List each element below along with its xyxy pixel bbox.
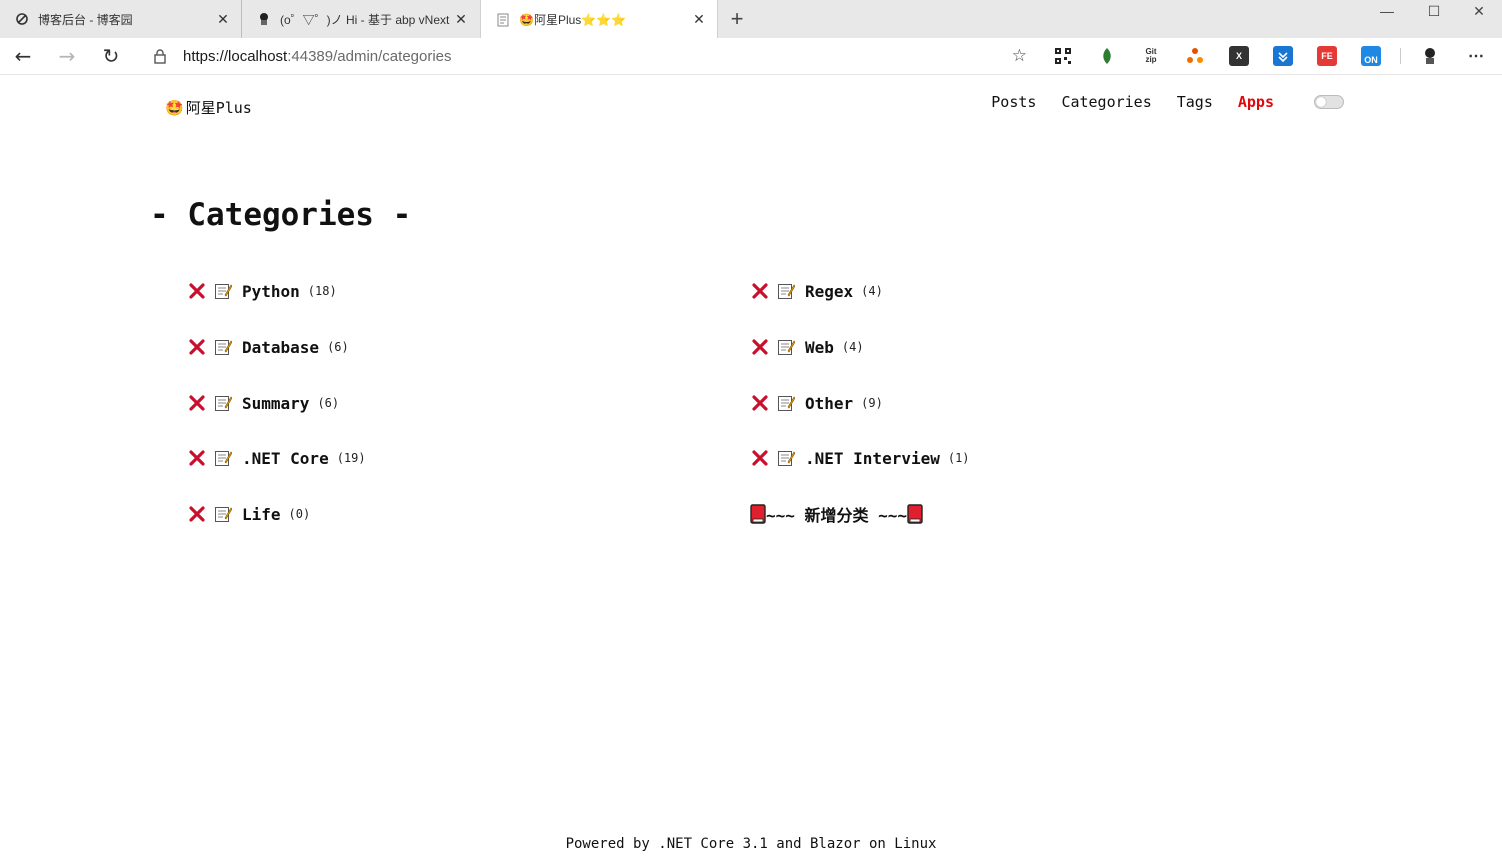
memo-edit-icon[interactable]: [213, 281, 233, 301]
category-name[interactable]: .NET Interview: [805, 449, 940, 468]
page-icon: [495, 12, 511, 28]
browser-address-bar: ← → ↻ https://localhost:44389/admin/cate…: [0, 38, 1502, 75]
memo-edit-icon[interactable]: [213, 504, 233, 524]
category-item: Web (4): [750, 330, 864, 364]
on-extension-icon[interactable]: ON: [1361, 46, 1381, 66]
category-name[interactable]: Database: [242, 338, 319, 357]
close-window-icon[interactable]: ✕: [1456, 0, 1502, 30]
network-extension-icon[interactable]: [1185, 46, 1205, 66]
profile-avatar-icon[interactable]: [1420, 46, 1440, 66]
category-item: Regex (4): [750, 274, 883, 308]
category-item: Life (0): [187, 497, 310, 531]
category-count: (6): [317, 396, 340, 410]
category-item: Python (18): [187, 274, 337, 308]
nav-categories[interactable]: Categories: [1061, 93, 1151, 111]
category-count: (4): [861, 284, 883, 298]
category-name[interactable]: Python: [242, 282, 300, 301]
category-item: .NET Interview (1): [750, 441, 970, 475]
close-tab-icon[interactable]: ✕: [691, 11, 707, 28]
star-struck-icon: 🤩: [165, 98, 184, 117]
memo-edit-icon[interactable]: [776, 337, 796, 357]
page-footer: Powered by .NET Core 3.1 and Blazor on L…: [565, 836, 937, 852]
brand-name: 阿星Plus: [185, 99, 252, 117]
url-field[interactable]: https://localhost:44389/admin/categories…: [143, 41, 1033, 71]
delete-x-icon[interactable]: [750, 337, 770, 357]
memo-edit-icon[interactable]: [213, 337, 233, 357]
tab-title: 博客后台 - 博客园: [38, 12, 133, 27]
category-item: Summary (6): [187, 386, 339, 420]
site-brand[interactable]: 🤩 阿星Plus: [165, 97, 252, 118]
category-count: (19): [336, 451, 366, 465]
delete-x-icon[interactable]: [187, 448, 207, 468]
nav-tags[interactable]: Tags: [1177, 93, 1213, 111]
add-category-label: ~~~ 新增分类 ~~~: [766, 506, 908, 525]
browser-tab-bar: 博客后台 - 博客园 ✕ (o゜▽゜)ノ Hi - 基于 abp vNext 和…: [0, 0, 1502, 39]
delete-x-icon[interactable]: [187, 393, 207, 413]
gitzip-extension-icon[interactable]: Git zip: [1141, 46, 1161, 66]
category-item: Database (6): [187, 330, 349, 364]
puzzle-leaf-extension-icon[interactable]: [1097, 46, 1117, 66]
download-extension-icon[interactable]: [1273, 46, 1293, 66]
close-tab-icon[interactable]: ✕: [453, 11, 469, 28]
x-extension-icon[interactable]: X: [1229, 46, 1249, 66]
toolbar-divider: [1400, 48, 1401, 64]
close-tab-icon[interactable]: ✕: [215, 11, 231, 28]
avatar-icon: [256, 11, 272, 27]
category-name[interactable]: .NET Core: [242, 449, 329, 468]
lock-icon: [153, 48, 169, 64]
add-category-button[interactable]: ~~~ 新增分类 ~~~: [750, 503, 923, 525]
memo-edit-icon[interactable]: [213, 448, 233, 468]
back-arrow-icon[interactable]: ←: [9, 42, 37, 70]
tab-axing-plus[interactable]: 🤩阿星Plus⭐⭐⭐ ✕: [480, 0, 718, 39]
delete-x-icon[interactable]: [750, 281, 770, 301]
category-name[interactable]: Life: [242, 505, 281, 524]
category-name[interactable]: Regex: [805, 282, 853, 301]
url-host: https://localhost: [183, 47, 288, 65]
memo-edit-icon[interactable]: [776, 281, 796, 301]
url-path: :44389/admin/categories: [287, 47, 452, 65]
tab-title: 🤩阿星Plus⭐⭐⭐: [519, 13, 627, 27]
new-tab-button[interactable]: +: [724, 6, 750, 32]
toggle-knob: [1316, 97, 1326, 107]
red-book-icon: [907, 504, 923, 524]
tab-title: (o゜▽゜)ノ Hi - 基于 abp vNext 和: [280, 12, 453, 27]
tab-cnblogs-admin[interactable]: 博客后台 - 博客园 ✕: [0, 0, 241, 38]
delete-x-icon[interactable]: [187, 281, 207, 301]
tab-hi-abp[interactable]: (o゜▽゜)ノ Hi - 基于 abp vNext 和 ✕: [241, 0, 479, 38]
page-title: - Categories -: [150, 197, 412, 233]
minimize-icon[interactable]: —: [1364, 0, 1410, 30]
category-count: (18): [307, 284, 337, 298]
favorite-star-icon[interactable]: ☆: [1012, 46, 1027, 66]
delete-x-icon[interactable]: [187, 337, 207, 357]
category-item: Other (9): [750, 386, 883, 420]
nav-apps[interactable]: Apps: [1238, 93, 1274, 111]
maximize-icon[interactable]: ☐: [1411, 0, 1457, 30]
refresh-icon[interactable]: ↻: [97, 42, 125, 70]
category-item: .NET Core (19): [187, 441, 366, 475]
category-name[interactable]: Summary: [242, 394, 309, 413]
fe-extension-icon[interactable]: FE: [1317, 46, 1337, 66]
nav-posts[interactable]: Posts: [991, 93, 1036, 111]
qr-code-extension-icon[interactable]: [1053, 46, 1073, 66]
category-count: (4): [841, 340, 864, 354]
delete-x-icon[interactable]: [750, 448, 770, 468]
top-nav: Posts Categories Tags Apps: [966, 93, 1344, 111]
category-name[interactable]: Other: [805, 394, 853, 413]
category-count: (6): [327, 340, 349, 354]
memo-edit-icon[interactable]: [213, 393, 233, 413]
page-content: 🤩 阿星Plus Posts Categories Tags Apps - Ca…: [0, 75, 1502, 858]
category-count: (9): [861, 396, 883, 410]
theme-toggle[interactable]: [1314, 95, 1344, 109]
category-count: (1): [947, 451, 970, 465]
memo-edit-icon[interactable]: [776, 448, 796, 468]
cnblogs-icon: [14, 11, 30, 27]
category-count: (0): [288, 507, 311, 521]
forward-arrow-icon[interactable]: →: [53, 42, 81, 70]
delete-x-icon[interactable]: [750, 393, 770, 413]
red-book-icon: [750, 504, 766, 524]
delete-x-icon[interactable]: [187, 504, 207, 524]
memo-edit-icon[interactable]: [776, 393, 796, 413]
more-menu-icon[interactable]: ⋯: [1466, 46, 1486, 66]
category-name[interactable]: Web: [805, 338, 834, 357]
